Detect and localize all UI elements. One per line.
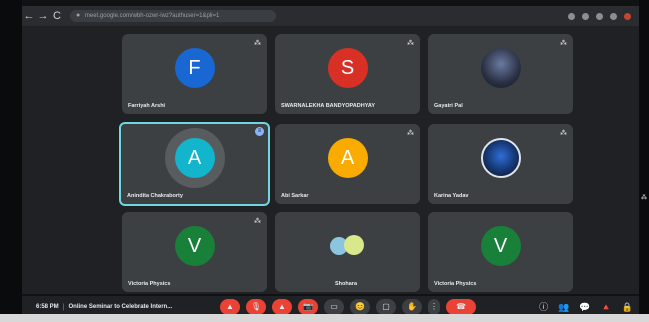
lock-icon: ● bbox=[76, 12, 81, 19]
reload-icon[interactable]: C bbox=[50, 10, 64, 22]
participant-tile[interactable]: V ⁂ Victoria Physics bbox=[122, 212, 267, 292]
participant-tile[interactable]: ⁂ Gayatri Pal bbox=[428, 34, 573, 114]
chat-icon[interactable]: 💬 bbox=[579, 299, 590, 315]
participant-name: SWARNALEKHA BANDYOPADHYAY bbox=[281, 103, 376, 109]
extension-icon[interactable] bbox=[596, 12, 603, 20]
host-controls-icon[interactable]: 🔒 bbox=[622, 299, 633, 315]
participant-tile[interactable]: F ⁂ Farriyah Arshi bbox=[122, 34, 267, 114]
participant-tile[interactable]: V Victoria Physics bbox=[428, 212, 573, 292]
browser-toolbar: ← → C ● meet.google.com/wbh-ozwr-iwz?aut… bbox=[22, 6, 639, 26]
participant-avatar: F bbox=[174, 47, 215, 88]
activities-icon[interactable]: 🔺 bbox=[601, 299, 612, 315]
pin-icon[interactable]: ≡ bbox=[255, 127, 264, 136]
url-text: meet.google.com/wbh-ozwr-iwz?authuser=1&… bbox=[84, 13, 220, 19]
participant-photo bbox=[480, 47, 521, 88]
participant-avatar: V bbox=[174, 225, 215, 266]
raise-hand-button[interactable]: ✋ bbox=[402, 299, 422, 315]
mic-off-icon: ⁂ bbox=[560, 40, 567, 47]
back-icon[interactable]: ← bbox=[22, 10, 36, 22]
participant-name: Gayatri Pal bbox=[434, 103, 463, 109]
camera-button[interactable]: 📷 bbox=[298, 299, 318, 315]
people-icon[interactable]: 👥 bbox=[558, 299, 569, 315]
participant-name: Farriyah Arshi bbox=[128, 103, 166, 109]
profile-avatar[interactable] bbox=[624, 12, 631, 20]
clock-time: 6:58 PM bbox=[36, 304, 59, 310]
browser-extensions bbox=[568, 12, 639, 20]
mic-options-button[interactable]: ▲ bbox=[220, 299, 240, 315]
extension-icon[interactable] bbox=[568, 12, 575, 20]
participant-tile[interactable]: S ⁂ SWARNALEKHA BANDYOPADHYAY bbox=[275, 34, 420, 114]
participant-avatar: V bbox=[480, 225, 521, 266]
participant-avatar: A bbox=[327, 137, 368, 178]
call-controls: ▲ 🎙 ▲ 📷 ▭ 😊 ▢ ✋ ⋮ ☎ bbox=[220, 299, 476, 315]
monitor-bezel-right bbox=[639, 0, 649, 322]
photo-shape bbox=[343, 235, 364, 255]
end-call-button[interactable]: ☎ bbox=[446, 299, 476, 315]
star-icon[interactable] bbox=[582, 12, 589, 20]
divider: | bbox=[62, 303, 65, 311]
participant-avatar: A bbox=[174, 137, 215, 178]
participant-tile[interactable]: ⁂ Karina Yadav bbox=[428, 124, 573, 204]
photo-edge bbox=[0, 314, 649, 322]
mic-off-icon: ⁂ bbox=[407, 130, 414, 137]
extension-icon[interactable] bbox=[610, 12, 617, 20]
more-options-button[interactable]: ⋮ bbox=[428, 299, 440, 315]
meeting-title: Online Seminar to Celebrate Intern... bbox=[68, 304, 173, 310]
participant-name: Anindita Chakraborty bbox=[127, 193, 183, 199]
mic-off-icon: ⁂ bbox=[254, 218, 261, 225]
captions-button[interactable]: ▭ bbox=[324, 299, 344, 315]
mic-off-icon: ⁂ bbox=[560, 130, 567, 137]
participant-name: Karina Yadav bbox=[434, 193, 469, 199]
reactions-button[interactable]: 😊 bbox=[350, 299, 370, 315]
info-icon[interactable]: ⓘ bbox=[539, 299, 548, 315]
participant-name: Shohara bbox=[335, 281, 358, 287]
participant-tile-active[interactable]: A ≡ Anindita Chakraborty bbox=[119, 122, 270, 206]
monitor-bezel-left bbox=[0, 0, 22, 322]
forward-icon[interactable]: → bbox=[36, 10, 50, 22]
participant-name: Victoria Physics bbox=[128, 281, 171, 287]
participant-tile[interactable]: A ⁂ Abi Sarkar bbox=[275, 124, 420, 204]
microphone-button[interactable]: 🎙 bbox=[246, 299, 266, 315]
participant-avatar: S bbox=[327, 47, 368, 88]
side-panel-controls: ⓘ 👥 💬 🔺 🔒 bbox=[539, 299, 633, 315]
participant-name: Victoria Physics bbox=[434, 281, 477, 287]
address-bar[interactable]: ● meet.google.com/wbh-ozwr-iwz?authuser=… bbox=[70, 10, 276, 22]
more-options-icon[interactable]: ⁂ bbox=[641, 194, 647, 201]
mic-off-icon: ⁂ bbox=[407, 40, 414, 47]
participant-photo bbox=[329, 233, 366, 255]
participant-photo bbox=[480, 137, 521, 178]
present-button[interactable]: ▢ bbox=[376, 299, 396, 315]
participant-tile[interactable]: Shohara bbox=[275, 212, 420, 292]
participant-name: Abi Sarkar bbox=[281, 193, 309, 199]
meet-stage: F ⁂ Farriyah Arshi S ⁂ SWARNALEKHA BANDY… bbox=[22, 26, 639, 294]
mic-off-icon: ⁂ bbox=[254, 40, 261, 47]
camera-options-button[interactable]: ▲ bbox=[272, 299, 292, 315]
